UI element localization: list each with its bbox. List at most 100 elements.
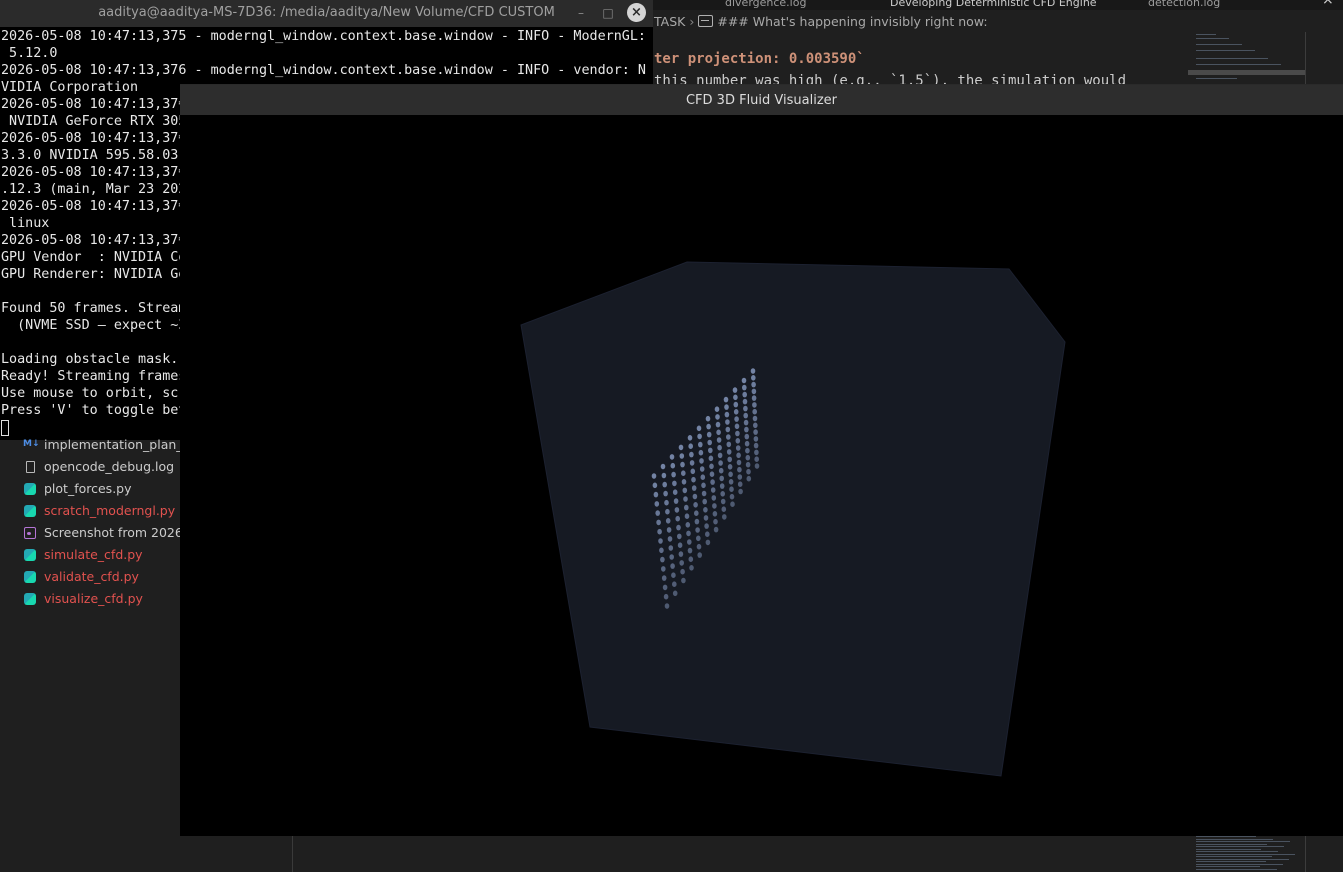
fluid-scene[interactable] xyxy=(180,116,1343,836)
particle xyxy=(719,483,725,489)
particle xyxy=(726,441,732,448)
particle xyxy=(697,433,702,440)
particle xyxy=(714,406,720,413)
file-item[interactable]: opencode_debug.log xyxy=(20,456,185,478)
particle xyxy=(744,433,750,440)
particle xyxy=(706,423,711,430)
visualizer-window[interactable]: CFD 3D Fluid Visualizer xyxy=(180,84,1343,836)
particle xyxy=(744,440,750,447)
particle xyxy=(737,474,743,480)
minimap-line xyxy=(1196,861,1266,862)
particle xyxy=(693,502,698,508)
particle xyxy=(667,536,673,542)
file-item[interactable]: M↓ implementation_plan_p xyxy=(20,434,190,456)
minimap-line xyxy=(1196,44,1242,45)
particle xyxy=(655,510,660,516)
particle xyxy=(744,426,749,433)
close-editor-icon[interactable]: × xyxy=(1322,0,1334,8)
particle xyxy=(730,501,735,508)
particle xyxy=(681,470,686,477)
minimap-slider[interactable] xyxy=(1188,70,1305,75)
particle xyxy=(735,438,741,444)
render-viewport[interactable] xyxy=(180,116,1343,836)
particle xyxy=(671,572,676,578)
particle xyxy=(671,471,676,478)
particle xyxy=(701,490,707,497)
particle xyxy=(676,524,681,531)
particle xyxy=(675,515,680,522)
particle xyxy=(711,495,717,501)
particle xyxy=(732,387,738,393)
particle xyxy=(735,445,741,451)
particle xyxy=(684,513,690,519)
file-item[interactable]: simulate_cfd.py xyxy=(20,544,185,566)
terminal-titlebar[interactable]: aaditya@aaditya-MS-7D36: /media/aaditya/… xyxy=(0,0,653,27)
particle xyxy=(745,447,750,454)
particle xyxy=(665,518,671,524)
particle xyxy=(700,474,706,481)
particle xyxy=(752,408,757,415)
minimap-line xyxy=(1196,78,1237,79)
maximize-icon[interactable]: □ xyxy=(599,4,617,22)
particle xyxy=(672,489,678,496)
minimap-line xyxy=(1196,856,1272,857)
particle xyxy=(727,456,732,463)
editor-tab-active[interactable]: Developing Deterministic CFD Engine xyxy=(890,0,1097,9)
particle xyxy=(661,575,667,581)
panel-divider xyxy=(292,834,293,872)
particle xyxy=(662,481,667,488)
particle xyxy=(718,467,724,474)
minimap-line xyxy=(1196,866,1260,867)
particle xyxy=(735,430,740,437)
file-item[interactable]: scratch_moderngl.py xyxy=(20,500,185,522)
particle xyxy=(707,439,712,446)
editor-tab[interactable]: divergence.log xyxy=(725,0,806,9)
particle xyxy=(753,436,759,442)
editor-tab[interactable]: detection.log xyxy=(1148,0,1220,9)
particle xyxy=(715,414,720,420)
particle xyxy=(725,426,731,433)
particle xyxy=(661,472,667,479)
minimap-line xyxy=(1196,846,1284,847)
file-item[interactable]: plot_forces.py xyxy=(20,478,185,500)
particle xyxy=(742,384,747,391)
particle xyxy=(745,454,751,461)
particle xyxy=(660,556,665,563)
particle xyxy=(692,493,698,500)
minimap-line xyxy=(1196,858,1289,860)
minimap-line xyxy=(1196,836,1256,837)
particle xyxy=(753,422,758,429)
heading-symbol-icon xyxy=(698,15,714,27)
particle xyxy=(660,463,666,470)
file-item[interactable]: Screenshot from 2026-0 xyxy=(20,522,195,544)
breadcrumb-item[interactable]: TASK xyxy=(654,14,685,29)
minimize-icon[interactable]: – xyxy=(572,4,590,22)
particle xyxy=(702,498,707,505)
particle xyxy=(672,581,677,587)
particle xyxy=(699,458,704,464)
particle xyxy=(729,486,734,493)
particle xyxy=(712,503,717,509)
particle xyxy=(736,459,742,466)
file-item[interactable]: validate_cfd.py xyxy=(20,566,185,588)
particle xyxy=(741,377,747,384)
particle xyxy=(738,488,743,495)
breadcrumb-item[interactable]: ### What's happening invisibly right now… xyxy=(717,14,987,29)
file-name: opencode_debug.log xyxy=(44,459,175,474)
visualizer-title: CFD 3D Fluid Visualizer xyxy=(685,93,838,108)
particle xyxy=(743,405,748,412)
file-item[interactable]: visualize_cfd.py xyxy=(20,588,185,610)
particle xyxy=(696,425,702,432)
particle xyxy=(688,443,693,450)
minimap-line xyxy=(1196,838,1273,840)
close-icon[interactable]: × xyxy=(627,3,646,22)
particle xyxy=(754,463,760,469)
particle xyxy=(673,498,679,504)
visualizer-titlebar[interactable]: CFD 3D Fluid Visualizer xyxy=(180,85,1343,115)
particle xyxy=(736,452,741,459)
particle xyxy=(696,543,702,550)
minimap-line xyxy=(1196,868,1277,870)
particle xyxy=(719,475,724,482)
simulation-domain-box xyxy=(520,261,1066,777)
minimap-line xyxy=(1196,50,1255,51)
